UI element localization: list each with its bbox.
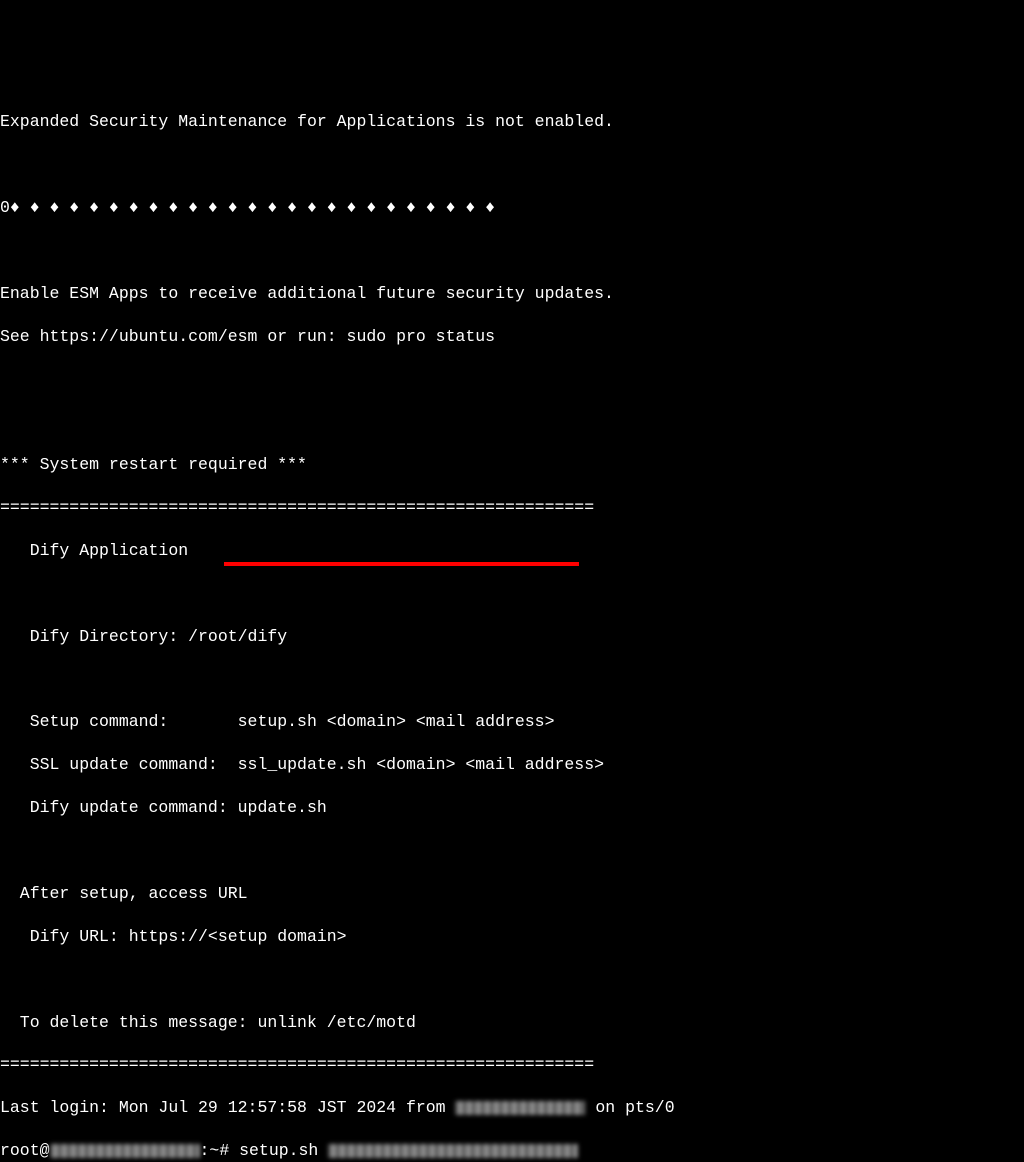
censored-hostname bbox=[50, 1144, 200, 1158]
prompt-user: root@ bbox=[0, 1141, 50, 1160]
censored-ip bbox=[455, 1101, 585, 1115]
motd-enable-esm-2: See https://ubuntu.com/esm or run: sudo … bbox=[0, 326, 1024, 347]
blank-line bbox=[0, 240, 1024, 261]
prompt-command[interactable]: setup.sh bbox=[239, 1141, 328, 1160]
blank-line bbox=[0, 154, 1024, 175]
motd-setup-command: Setup command: setup.sh <domain> <mail a… bbox=[0, 711, 1024, 732]
motd-divider-top: ========================================… bbox=[0, 497, 1024, 518]
motd-enable-esm-1: Enable ESM Apps to receive additional fu… bbox=[0, 283, 1024, 304]
blank-line bbox=[0, 583, 1024, 604]
last-login-prefix: Last login: Mon Jul 29 12:57:58 JST 2024… bbox=[0, 1098, 455, 1117]
motd-divider-bottom: ========================================… bbox=[0, 1054, 1024, 1075]
motd-dify-url: Dify URL: https://<setup domain> bbox=[0, 926, 1024, 947]
blank-line bbox=[0, 411, 1024, 432]
highlight-underline-annotation bbox=[224, 562, 579, 566]
motd-updates-line: 0♦ ♦ ♦ ♦ ♦ ♦ ♦ ♦ ♦ ♦ ♦ ♦ ♦ ♦ ♦ ♦ ♦ ♦ ♦ ♦… bbox=[0, 197, 1024, 218]
blank-line bbox=[0, 840, 1024, 861]
motd-ssl-command: SSL update command: ssl_update.sh <domai… bbox=[0, 754, 1024, 775]
prompt-path: :~# bbox=[200, 1141, 240, 1160]
blank-line bbox=[0, 969, 1024, 990]
blank-line bbox=[0, 368, 1024, 389]
prompt-line[interactable]: root@ :~# setup.sh bbox=[0, 1140, 1024, 1161]
last-login-suffix: on pts/0 bbox=[585, 1098, 674, 1117]
motd-restart-notice: *** System restart required *** bbox=[0, 454, 1024, 475]
terminal-window[interactable]: Expanded Security Maintenance for Applic… bbox=[0, 90, 1024, 1162]
blank-line bbox=[0, 669, 1024, 690]
censored-args bbox=[328, 1144, 578, 1158]
motd-esm-header: Expanded Security Maintenance for Applic… bbox=[0, 111, 1024, 132]
motd-after-setup: After setup, access URL bbox=[0, 883, 1024, 904]
last-login-line: Last login: Mon Jul 29 12:57:58 JST 2024… bbox=[0, 1097, 1024, 1118]
motd-update-command: Dify update command: update.sh bbox=[0, 797, 1024, 818]
motd-delete-message: To delete this message: unlink /etc/motd bbox=[0, 1012, 1024, 1033]
motd-app-title: Dify Application bbox=[0, 540, 1024, 561]
motd-directory: Dify Directory: /root/dify bbox=[0, 626, 1024, 647]
